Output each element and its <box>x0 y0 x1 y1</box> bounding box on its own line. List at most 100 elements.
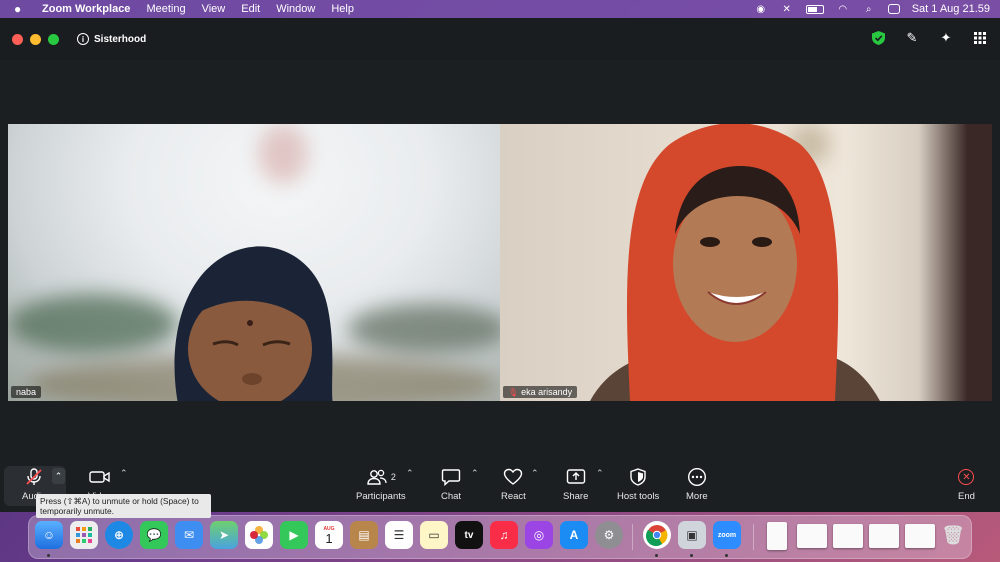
react-options-caret[interactable]: ⌃ <box>531 468 539 479</box>
document-thumbnail[interactable] <box>767 522 787 550</box>
status-circle-icon[interactable]: ◉ <box>754 3 768 15</box>
safari-icon[interactable]: ⊕ <box>105 521 133 549</box>
maximize-window-button[interactable] <box>48 33 59 45</box>
close-window-button[interactable] <box>12 33 23 45</box>
more-button[interactable]: More <box>686 466 708 502</box>
mac-dock: ☺ ⊕ 💬 ✉ ➤ ▶ AUG 1 ▤ ☰ ▭ tv ♫ ◎ A ⚙ ▣ zoo… <box>28 515 972 559</box>
menu-edit[interactable]: Edit <box>241 3 260 15</box>
menu-app-name[interactable]: Zoom Workplace <box>42 3 130 15</box>
running-indicator <box>655 554 658 557</box>
participants-count: 2 <box>390 472 396 482</box>
audio-options-caret[interactable]: ⌃ <box>52 468 65 484</box>
apple-tv-label: tv <box>464 529 474 541</box>
more-dots-icon <box>687 466 707 488</box>
host-tools-button[interactable]: Host tools <box>617 466 659 502</box>
wifi-icon[interactable]: ◠ <box>836 3 850 15</box>
chat-bubble-icon <box>441 466 461 488</box>
system-settings-icon[interactable]: ⚙ <box>595 521 623 549</box>
calendar-icon[interactable]: AUG 1 <box>315 521 343 549</box>
share-screen-icon <box>566 466 586 488</box>
muted-mic-icon: 🎙 <box>508 387 519 397</box>
ai-companion-sparkle-icon[interactable]: ✦ <box>938 30 954 46</box>
chat-button[interactable]: Chat <box>441 466 461 502</box>
host-shield-icon <box>630 466 646 488</box>
share-label: Share <box>563 491 589 502</box>
spotlight-search-icon[interactable]: ⌕ <box>862 3 876 15</box>
maps-icon[interactable]: ➤ <box>210 521 238 549</box>
document-thumbnail[interactable] <box>869 524 899 548</box>
control-center-icon[interactable] <box>887 4 900 14</box>
finder-icon[interactable]: ☺ <box>35 521 63 549</box>
mac-menu-bar: ● Zoom Workplace Meeting View Edit Windo… <box>0 0 1000 18</box>
heart-reaction-icon <box>503 466 523 488</box>
dock-separator <box>632 524 633 550</box>
menu-view[interactable]: View <box>202 3 226 15</box>
video-tile-naba[interactable]: naba <box>8 124 500 401</box>
photos-icon[interactable] <box>245 521 273 549</box>
apple-tv-icon[interactable]: tv <box>455 521 483 549</box>
dock-separator <box>753 524 754 550</box>
host-tools-label: Host tools <box>617 491 660 502</box>
zoom-app-label: zoom <box>717 531 737 539</box>
titlebar-actions: ✎ ✦ <box>870 30 988 46</box>
notes-icon[interactable]: ▭ <box>420 521 448 549</box>
participants-options-caret[interactable]: ⌃ <box>406 468 414 479</box>
participant-name: eka arisandy <box>521 387 573 397</box>
video-camera-icon <box>89 466 111 488</box>
menu-help[interactable]: Help <box>331 3 354 15</box>
participants-icon: 2 <box>366 466 396 488</box>
battery-icon[interactable] <box>805 4 824 14</box>
preview-icon[interactable]: ▣ <box>678 521 706 549</box>
end-call-icon: ✕ <box>958 466 975 488</box>
security-shield-icon[interactable] <box>870 30 886 46</box>
document-thumbnail[interactable] <box>833 524 863 548</box>
participants-label: Participants <box>356 491 406 502</box>
participant-name-tag: 🎙 eka arisandy <box>503 386 578 398</box>
more-label: More <box>686 491 708 502</box>
end-meeting-button[interactable]: ✕ End <box>958 466 975 502</box>
launchpad-icon[interactable] <box>70 521 98 549</box>
apple-icon[interactable]: ● <box>14 2 28 16</box>
participant-name: naba <box>16 387 37 397</box>
react-button[interactable]: React <box>501 466 526 502</box>
share-button[interactable]: Share <box>563 466 588 502</box>
participant-video-naba <box>174 246 333 401</box>
zoom-app-icon[interactable]: zoom <box>713 521 741 549</box>
facetime-icon[interactable]: ▶ <box>280 521 308 549</box>
mail-icon[interactable]: ✉ <box>175 521 203 549</box>
window-titlebar: i Sisterhood ✎ ✦ <box>0 18 1000 60</box>
messages-icon[interactable]: 💬 <box>140 521 168 549</box>
menu-meeting[interactable]: Meeting <box>146 3 185 15</box>
participant-video-eka-arisandy <box>590 124 880 401</box>
zoom-meeting-window: i Sisterhood ✎ ✦ naba 🎙 eka arisandy Aud… <box>0 18 1000 512</box>
info-icon: i <box>77 33 89 45</box>
participant-name-tag: naba <box>11 386 42 398</box>
view-grid-icon[interactable] <box>972 30 988 46</box>
annotate-pen-icon[interactable]: ✎ <box>904 30 920 46</box>
notes-brown-icon[interactable]: ▤ <box>350 521 378 549</box>
trash-icon[interactable]: 🗑 <box>939 521 967 549</box>
chat-options-caret[interactable]: ⌃ <box>471 468 479 479</box>
app-store-icon[interactable]: A <box>560 521 588 549</box>
muted-microphone-icon <box>24 466 44 488</box>
video-tile-eka-arisandy[interactable]: 🎙 eka arisandy <box>500 124 992 401</box>
reminders-icon[interactable]: ☰ <box>385 521 413 549</box>
participants-button[interactable]: 2 Participants <box>356 466 406 502</box>
podcasts-icon[interactable]: ◎ <box>525 521 553 549</box>
bluetooth-icon[interactable]: ✕ <box>780 3 794 15</box>
document-thumbnail[interactable] <box>905 524 935 548</box>
music-icon[interactable]: ♫ <box>490 521 518 549</box>
minimize-window-button[interactable] <box>30 33 41 45</box>
menubar-clock[interactable]: Sat 1 Aug 21.59 <box>912 3 990 15</box>
chrome-icon[interactable] <box>643 521 671 549</box>
meeting-info-button[interactable]: i Sisterhood <box>77 33 146 45</box>
video-options-caret[interactable]: ⌃ <box>120 468 128 479</box>
blur-background <box>348 304 500 354</box>
unmute-tooltip: Press (⇧⌘A) to unmute or hold (Space) to… <box>36 494 211 518</box>
window-controls <box>12 33 59 45</box>
document-thumbnail[interactable] <box>797 524 827 548</box>
blur-background <box>8 294 178 354</box>
menu-window[interactable]: Window <box>276 3 315 15</box>
share-options-caret[interactable]: ⌃ <box>596 468 604 479</box>
meeting-title: Sisterhood <box>94 33 147 45</box>
